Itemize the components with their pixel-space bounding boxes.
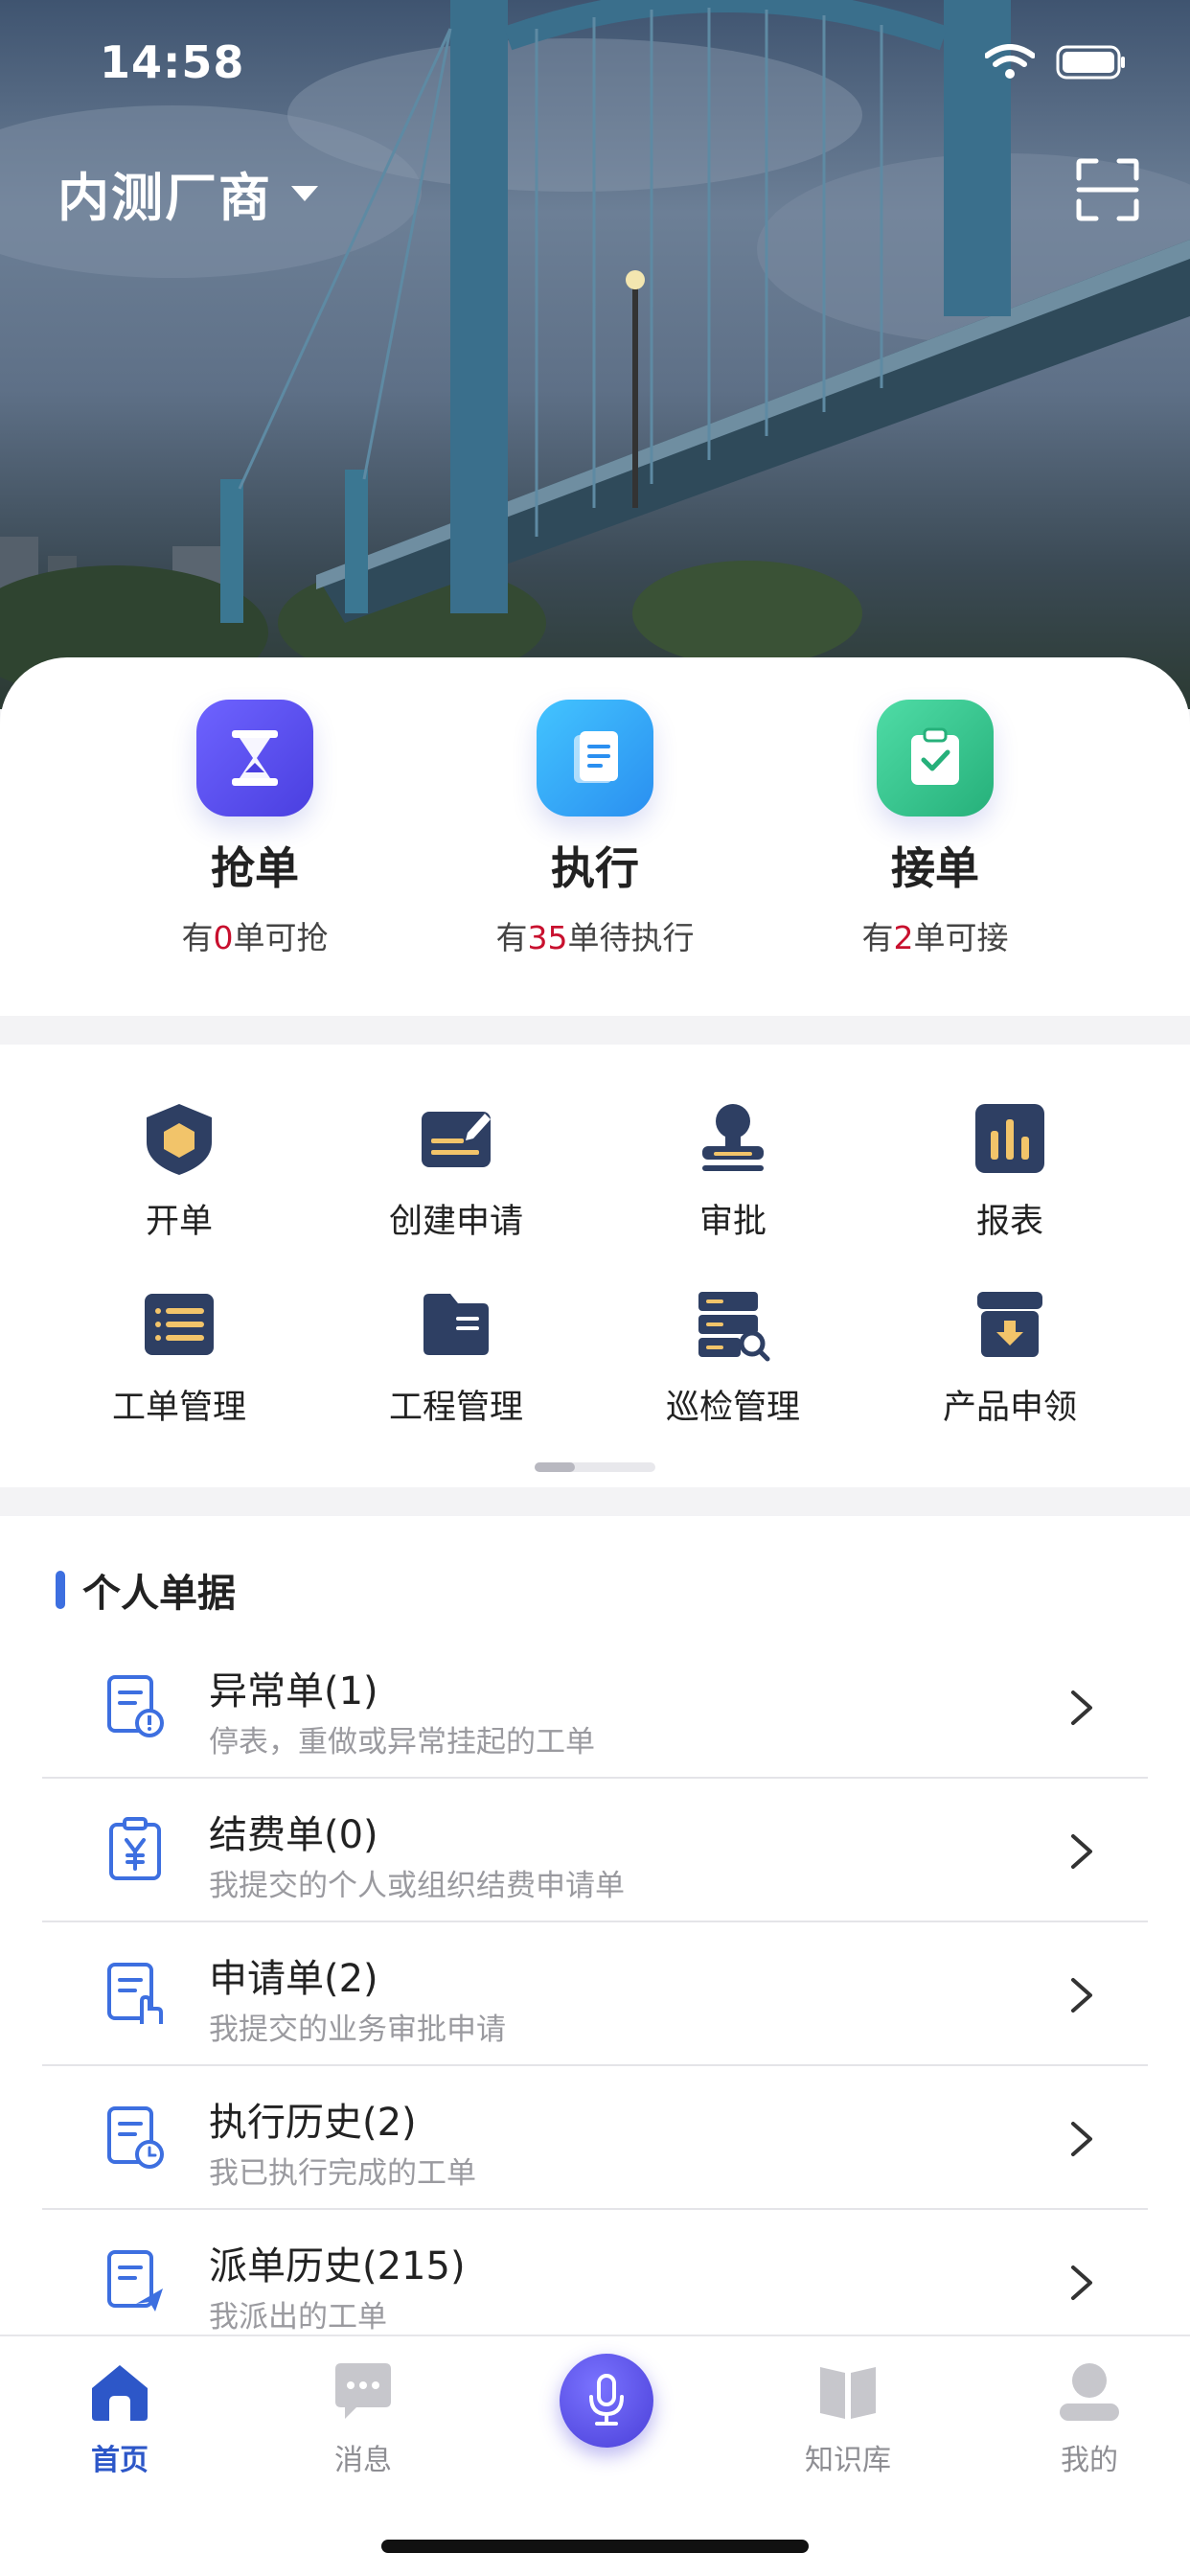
execute-count: 35 xyxy=(527,919,568,956)
quick-action-accept-order[interactable]: 接单 有2单可接 xyxy=(791,700,1079,958)
tab-knowledge-base[interactable]: 知识库 xyxy=(771,2359,925,2478)
hero-banner: 14:58 内测厂商 xyxy=(0,0,1190,709)
doc-row-title: 派单历史(215) xyxy=(209,2244,466,2288)
bridge-background-image xyxy=(0,0,1190,700)
wifi-icon xyxy=(985,44,1035,79)
doc-row-subtitle: 停表，重做或异常挂起的工单 xyxy=(209,1725,595,1760)
doc-send-icon xyxy=(107,2250,163,2312)
function-grid: 开单 创建申请 审批 报表 工单管理 工程管理 巡检管理 产品申领 xyxy=(0,1045,1190,1487)
doc-row-title: 结费单(0) xyxy=(209,1813,378,1857)
vendor-name: 内测厂商 xyxy=(57,168,272,228)
hourglass-icon xyxy=(196,700,313,816)
quick-action-title: 接单 xyxy=(891,842,979,894)
grid-item-project-management[interactable]: 工程管理 xyxy=(341,1286,571,1429)
chevron-right-icon xyxy=(1071,2266,1092,2300)
grid-label: 工单管理 xyxy=(111,1389,246,1427)
scan-icon[interactable] xyxy=(1075,157,1140,222)
quick-action-subtitle: 有2单可接 xyxy=(861,919,1009,956)
doc-row-subtitle: 我提交的个人或组织结费申请单 xyxy=(209,1869,625,1903)
doc-row-execution-history[interactable]: 执行历史(2) 我已执行完成的工单 xyxy=(42,2066,1148,2210)
tab-label: 消息 xyxy=(334,2444,392,2477)
grid-item-reports[interactable]: 报表 xyxy=(895,1100,1125,1243)
bar-chart-icon xyxy=(975,1104,1044,1173)
list-icon xyxy=(145,1294,214,1355)
section-header: 个人单据 xyxy=(56,1562,236,1618)
message-icon xyxy=(335,2363,391,2419)
quick-action-subtitle: 有35单待执行 xyxy=(495,919,695,956)
vendor-selector[interactable]: 内测厂商 xyxy=(57,155,320,231)
section-accent-bar xyxy=(56,1571,65,1609)
tab-home[interactable]: 首页 xyxy=(43,2359,196,2478)
grid-item-work-order-management[interactable]: 工单管理 xyxy=(64,1286,294,1429)
bottom-tab-bar: 首页 消息 知识库 我的 xyxy=(0,2334,1190,2576)
doc-row-application[interactable]: 申请单(2) 我提交的业务审批申请 xyxy=(42,1922,1148,2066)
battery-icon xyxy=(1056,45,1125,80)
doc-alert-icon xyxy=(107,1675,164,1737)
status-time: 14:58 xyxy=(100,36,245,88)
home-indicator xyxy=(381,2540,809,2553)
grid-item-inspection-management[interactable]: 巡检管理 xyxy=(618,1286,848,1429)
chevron-right-icon xyxy=(1071,1834,1092,1869)
tab-profile[interactable]: 我的 xyxy=(1013,2359,1166,2478)
doc-row-subtitle: 我已执行完成的工单 xyxy=(209,2156,476,2191)
shield-icon xyxy=(147,1104,212,1175)
grid-page-indicator xyxy=(535,1462,655,1472)
quick-action-title: 执行 xyxy=(551,842,639,894)
grid-label: 巡检管理 xyxy=(665,1389,800,1427)
doc-row-title: 申请单(2) xyxy=(209,1957,378,2001)
status-icons xyxy=(985,44,1127,80)
user-icon xyxy=(1060,2363,1119,2421)
doc-yen-icon xyxy=(109,1817,161,1880)
quick-actions-card: 抢单 有0单可抢 执行 有35单待执行 接单 有2单可接 xyxy=(0,657,1190,1016)
doc-row-subtitle: 我提交的业务审批申请 xyxy=(209,2012,506,2047)
tab-messages[interactable]: 消息 xyxy=(286,2359,440,2478)
grid-item-approve[interactable]: 审批 xyxy=(618,1100,848,1243)
grid-label: 审批 xyxy=(698,1203,767,1241)
grid-label: 产品申领 xyxy=(942,1389,1077,1427)
caret-down-icon xyxy=(291,185,318,201)
doc-row-settlement[interactable]: 结费单(0) 我提交的个人或组织结费申请单 xyxy=(42,1779,1148,1922)
stamp-icon xyxy=(702,1104,764,1171)
doc-row-exception[interactable]: 异常单(1) 停表，重做或异常挂起的工单 xyxy=(42,1635,1148,1779)
quick-action-title: 抢单 xyxy=(211,842,299,894)
folder-icon xyxy=(423,1294,489,1355)
page-indicator-active xyxy=(535,1462,575,1472)
grab-count: 0 xyxy=(213,919,234,956)
grid-label: 工程管理 xyxy=(388,1389,523,1427)
doc-row-dispatch-history[interactable]: 派单历史(215) 我派出的工单 xyxy=(42,2210,1148,2354)
chevron-right-icon xyxy=(1071,1978,1092,2012)
personal-docs-section: 个人单据 异常单(1) 停表，重做或异常挂起的工单 结费单(0) 我提交的个人或… xyxy=(0,1516,1190,2336)
clipboard-check-icon xyxy=(877,700,994,816)
section-title: 个人单据 xyxy=(82,1572,236,1616)
tab-label: 首页 xyxy=(91,2444,149,2477)
grid-label: 报表 xyxy=(975,1203,1043,1241)
tab-label: 我的 xyxy=(1061,2444,1118,2477)
doc-clock-icon xyxy=(107,2106,164,2169)
home-icon xyxy=(92,2365,148,2421)
doc-hand-icon xyxy=(107,1963,163,2024)
clipboard-icon xyxy=(537,700,653,816)
doc-row-subtitle: 我派出的工单 xyxy=(209,2300,387,2334)
voice-button[interactable] xyxy=(560,2354,653,2448)
quick-action-subtitle: 有0单可抢 xyxy=(181,919,329,956)
doc-row-title: 异常单(1) xyxy=(209,1669,378,1714)
server-search-icon xyxy=(698,1292,770,1362)
chevron-right-icon xyxy=(1071,1690,1092,1725)
doc-row-title: 执行历史(2) xyxy=(209,2101,417,2145)
chevron-right-icon xyxy=(1071,2122,1092,2156)
quick-action-grab-order[interactable]: 抢单 有0单可抢 xyxy=(111,700,399,958)
grid-item-product-request[interactable]: 产品申领 xyxy=(895,1286,1125,1429)
quick-action-execute[interactable]: 执行 有35单待执行 xyxy=(451,700,739,958)
book-icon xyxy=(820,2367,876,2419)
accept-count: 2 xyxy=(893,919,914,956)
edit-card-icon xyxy=(422,1112,491,1167)
microphone-icon xyxy=(589,2374,624,2426)
grid-item-open-order[interactable]: 开单 xyxy=(64,1100,294,1243)
grid-label: 创建申请 xyxy=(388,1203,523,1241)
grid-item-create-request[interactable]: 创建申请 xyxy=(341,1100,571,1243)
grid-label: 开单 xyxy=(145,1203,213,1241)
tab-label: 知识库 xyxy=(805,2444,891,2477)
archive-box-icon xyxy=(977,1292,1042,1357)
